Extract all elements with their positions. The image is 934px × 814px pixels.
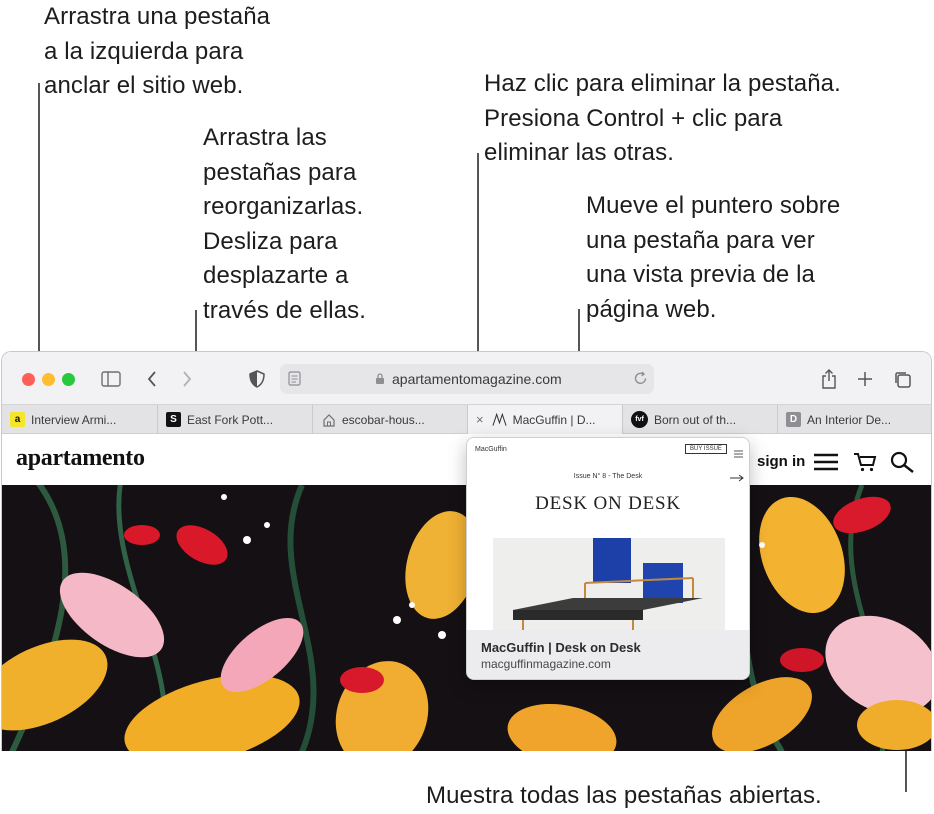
site-logo[interactable]: apartamento (16, 445, 145, 472)
callout-line: Arrastra una pestaña (44, 3, 271, 30)
callout-line: una vista previa de la (586, 261, 816, 288)
tab-preview-popover[interactable]: MacGuffin BUY ISSUE Issue N° 8 - The Des… (466, 437, 750, 680)
tab-macguffin[interactable]: × MacGuffin | D... (468, 405, 623, 434)
toolbar: apartamentomagazine.com (2, 352, 931, 404)
callout-pin-tab: Arrastra una pestaña a la izquierda para… (44, 0, 270, 104)
callout-line: Mueve el puntero sobre (586, 192, 841, 219)
preview-brand: MacGuffin (475, 446, 507, 453)
address-url: apartamentomagazine.com (392, 371, 562, 387)
forward-icon[interactable] (175, 367, 199, 391)
arrow-right-icon (730, 469, 744, 487)
preview-headline: DESK ON DESK (535, 493, 681, 514)
hamburger-icon (734, 445, 743, 463)
menu-icon[interactable] (813, 453, 839, 476)
home-icon (321, 412, 336, 427)
interior-favicon-icon: D (786, 412, 801, 427)
preview-footer: MacGuffin | Desk on Desk macguffinmagazi… (467, 630, 749, 679)
privacy-shield-icon[interactable] (245, 367, 269, 391)
callout-line: Arrastra las (203, 124, 327, 151)
lock-icon (375, 372, 385, 390)
new-tab-icon[interactable] (853, 367, 877, 391)
callout-line: reorganizarlas. (203, 193, 364, 220)
zoom-window-button[interactable] (62, 373, 75, 386)
callout-line: pestañas para (203, 158, 357, 186)
minimize-window-button[interactable] (42, 373, 55, 386)
tab-title: Interview Armi... (31, 412, 117, 427)
callout-line: a la izquierda para (44, 37, 244, 65)
cart-icon[interactable] (853, 452, 877, 477)
search-icon[interactable] (889, 451, 915, 478)
preview-issue: Issue N° 8 - The Desk (573, 473, 643, 480)
tab-overview-icon[interactable] (890, 367, 914, 391)
preview-buy-button: BUY ISSUE (685, 444, 727, 454)
callout-line: Presiona Control + clic para (484, 104, 783, 132)
callout-line: Muestra todas las pestañas abiertas. (426, 782, 822, 809)
share-icon[interactable] (817, 367, 841, 391)
callout-line: anclar el sitio web. (44, 72, 244, 99)
tab-title: East Fork Pott... (187, 412, 274, 427)
back-icon[interactable] (140, 367, 164, 391)
callout-line: eliminar las otras. (484, 139, 674, 166)
callout-line: Haz clic para eliminar la pestaña. (484, 70, 841, 97)
tab-interview-armi[interactable]: a Interview Armi... (2, 405, 158, 434)
reload-icon[interactable] (633, 371, 648, 391)
macguffin-favicon-icon (492, 412, 507, 427)
callout-close-tab: Haz clic para eliminar la pestaña. Presi… (484, 67, 841, 171)
fvf-favicon-icon: fvf (631, 411, 648, 428)
callout-preview: Mueve el puntero sobre una pestaña para … (586, 189, 840, 327)
callout-line: través de ellas. (203, 296, 367, 324)
tab-east-fork-pottery[interactable]: S East Fork Pott... (158, 405, 313, 434)
apartamento-favicon-icon: a (10, 412, 25, 427)
callout-line: Desliza para (203, 227, 338, 255)
tab-title: An Interior De... (807, 412, 892, 427)
callout-reorder-tabs: Arrastra las pestañas para reorganizarla… (203, 121, 366, 328)
tab-escobar-house[interactable]: escobar-hous... (313, 405, 468, 434)
sign-in-link[interactable]: sign in (757, 453, 805, 470)
preview-url: macguffinmagazine.com (481, 657, 611, 671)
address-bar[interactable]: apartamentomagazine.com (280, 364, 654, 394)
tab-born-out-of[interactable]: fvf Born out of th... (623, 405, 778, 434)
preview-title: MacGuffin | Desk on Desk (481, 640, 641, 655)
tab-title: Born out of th... (654, 412, 737, 427)
preview-desk-photo (493, 538, 725, 630)
tab-title: MacGuffin | D... (512, 412, 596, 427)
tab-bar: a Interview Armi... S East Fork Pott... … (2, 404, 931, 434)
callout-overview: Muestra todas las pestañas abiertas. (426, 779, 822, 814)
callout-line: desplazarte a (203, 262, 349, 289)
reader-icon[interactable] (288, 371, 301, 391)
callout-line: página web. (586, 295, 717, 323)
callout-line: una pestaña para ver (586, 226, 815, 254)
sidebar-toggle-icon[interactable] (99, 367, 123, 391)
tab-an-interior-design[interactable]: D An Interior De... (778, 405, 931, 434)
preview-page: MacGuffin BUY ISSUE Issue N° 8 - The Des… (467, 438, 749, 630)
close-tab-icon[interactable]: × (476, 412, 484, 427)
tab-title: escobar-hous... (342, 412, 425, 427)
close-window-button[interactable] (22, 373, 35, 386)
east-fork-favicon-icon: S (166, 412, 181, 427)
